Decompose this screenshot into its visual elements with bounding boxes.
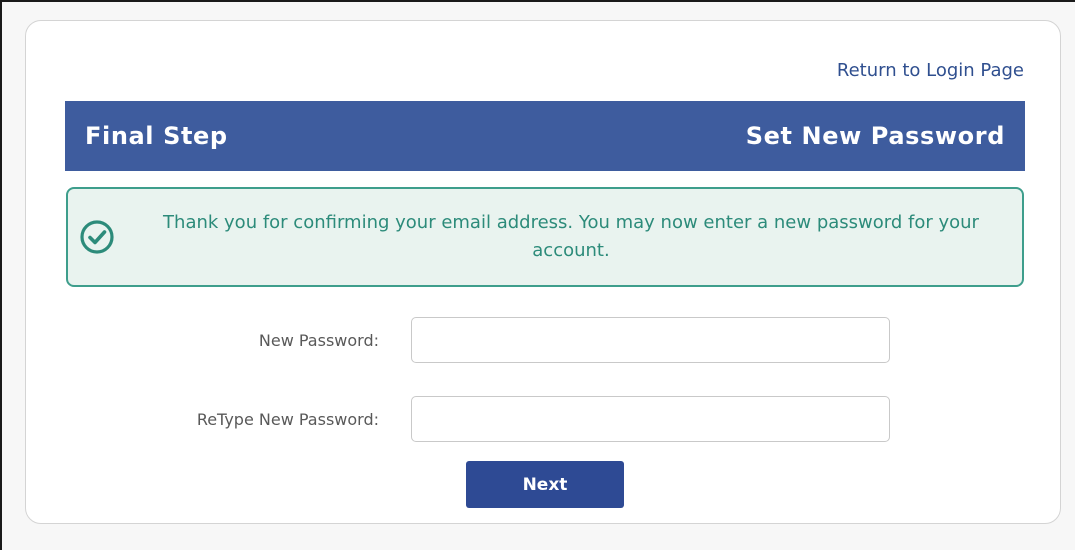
new-password-label: New Password: (258, 331, 379, 350)
next-button[interactable]: Next (466, 461, 624, 508)
retype-password-input[interactable] (411, 396, 890, 442)
step-label: Final Step (85, 122, 228, 150)
retype-password-label: ReType New Password: (196, 410, 379, 429)
page-title: Set New Password (745, 122, 1005, 150)
window-frame-left-border (0, 0, 2, 550)
password-reset-card: Return to Login Page Final Step Set New … (25, 20, 1061, 524)
confirmation-notice: Thank you for confirming your email addr… (66, 187, 1024, 287)
check-circle-icon (80, 220, 114, 254)
window-frame-top-border (0, 0, 1075, 2)
new-password-input[interactable] (411, 317, 890, 363)
step-header-bar: Final Step Set New Password (65, 101, 1025, 171)
return-to-login-link[interactable]: Return to Login Page (837, 60, 1024, 81)
notice-message: Thank you for confirming your email addr… (163, 212, 979, 261)
